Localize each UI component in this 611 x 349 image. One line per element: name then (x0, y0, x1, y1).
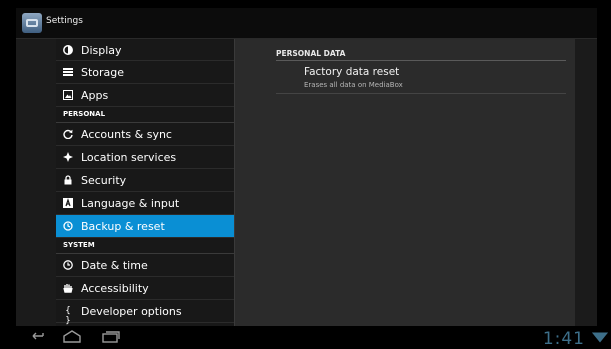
settings-window: Settings Display Storage Apps PERSONAL A… (16, 8, 597, 349)
sidebar-item-label: Apps (81, 89, 109, 102)
factory-reset-subtitle: Erases all data on MediaBox (304, 81, 403, 89)
sidebar-item-language-input[interactable]: Language & input (56, 192, 234, 215)
backup-icon (63, 221, 73, 231)
accessibility-hand-icon (63, 283, 73, 293)
section-header-personal: PERSONAL (56, 107, 234, 123)
section-label: PERSONAL (63, 110, 106, 118)
back-button[interactable] (30, 329, 46, 345)
sidebar-item-label: Developer options (81, 305, 182, 318)
sidebar-item-label: Backup & reset (81, 220, 165, 233)
sidebar-item-label: Display (81, 44, 122, 57)
title-bar: Settings (16, 8, 597, 39)
sync-icon (63, 129, 73, 140)
storage-icon (63, 67, 73, 77)
location-icon (63, 152, 73, 162)
sidebar-item-label: Storage (81, 66, 125, 79)
factory-reset-title: Factory data reset (304, 66, 400, 78)
system-nav-bar: 1:41 (0, 326, 611, 349)
clock-icon (63, 260, 73, 270)
personal-data-header: PERSONAL DATA (276, 49, 346, 58)
status-clock: 1:41 (542, 329, 585, 349)
sidebar-item-label: Date & time (81, 259, 148, 272)
sidebar-item-label: Security (81, 174, 127, 187)
sidebar-item-date-time[interactable]: Date & time (56, 254, 234, 277)
sidebar-item-accounts-sync[interactable]: Accounts & sync (56, 123, 234, 146)
signal-icon (591, 332, 609, 343)
sidebar-item-accessibility[interactable]: Accessibility (56, 277, 234, 300)
home-button[interactable] (62, 329, 82, 345)
recent-apps-button[interactable] (101, 329, 121, 345)
sidebar-item-apps[interactable]: Apps (56, 84, 234, 107)
sidebar-item-display[interactable]: Display (56, 39, 234, 61)
settings-app-icon[interactable] (22, 13, 42, 33)
section-label: SYSTEM (63, 241, 95, 249)
scroll-gutter (575, 39, 597, 331)
detail-pane: PERSONAL DATA Factory data reset Erases … (234, 39, 576, 331)
braces-icon: { } (65, 306, 71, 326)
settings-sidebar: Display Storage Apps PERSONAL Accounts &… (56, 39, 234, 331)
sidebar-item-label: Accounts & sync (81, 128, 172, 141)
sidebar-item-label: Location services (81, 151, 177, 164)
factory-data-reset-item[interactable]: Factory data reset Erases all data on Me… (276, 61, 566, 94)
sidebar-item-security[interactable]: Security (56, 169, 234, 192)
lock-icon (63, 175, 73, 185)
sidebar-item-developer-options[interactable]: { } Developer options (56, 300, 234, 326)
apps-icon (63, 90, 73, 100)
keyboard-icon (63, 198, 73, 208)
display-icon (63, 45, 73, 55)
section-header-system: SYSTEM (56, 238, 234, 254)
sidebar-item-storage[interactable]: Storage (56, 61, 234, 84)
page-title: Settings (46, 16, 83, 26)
sidebar-item-backup-reset[interactable]: Backup & reset (56, 215, 234, 238)
sidebar-item-location-services[interactable]: Location services (56, 146, 234, 169)
sidebar-item-label: Accessibility (81, 282, 149, 295)
sidebar-item-label: Language & input (81, 197, 180, 210)
